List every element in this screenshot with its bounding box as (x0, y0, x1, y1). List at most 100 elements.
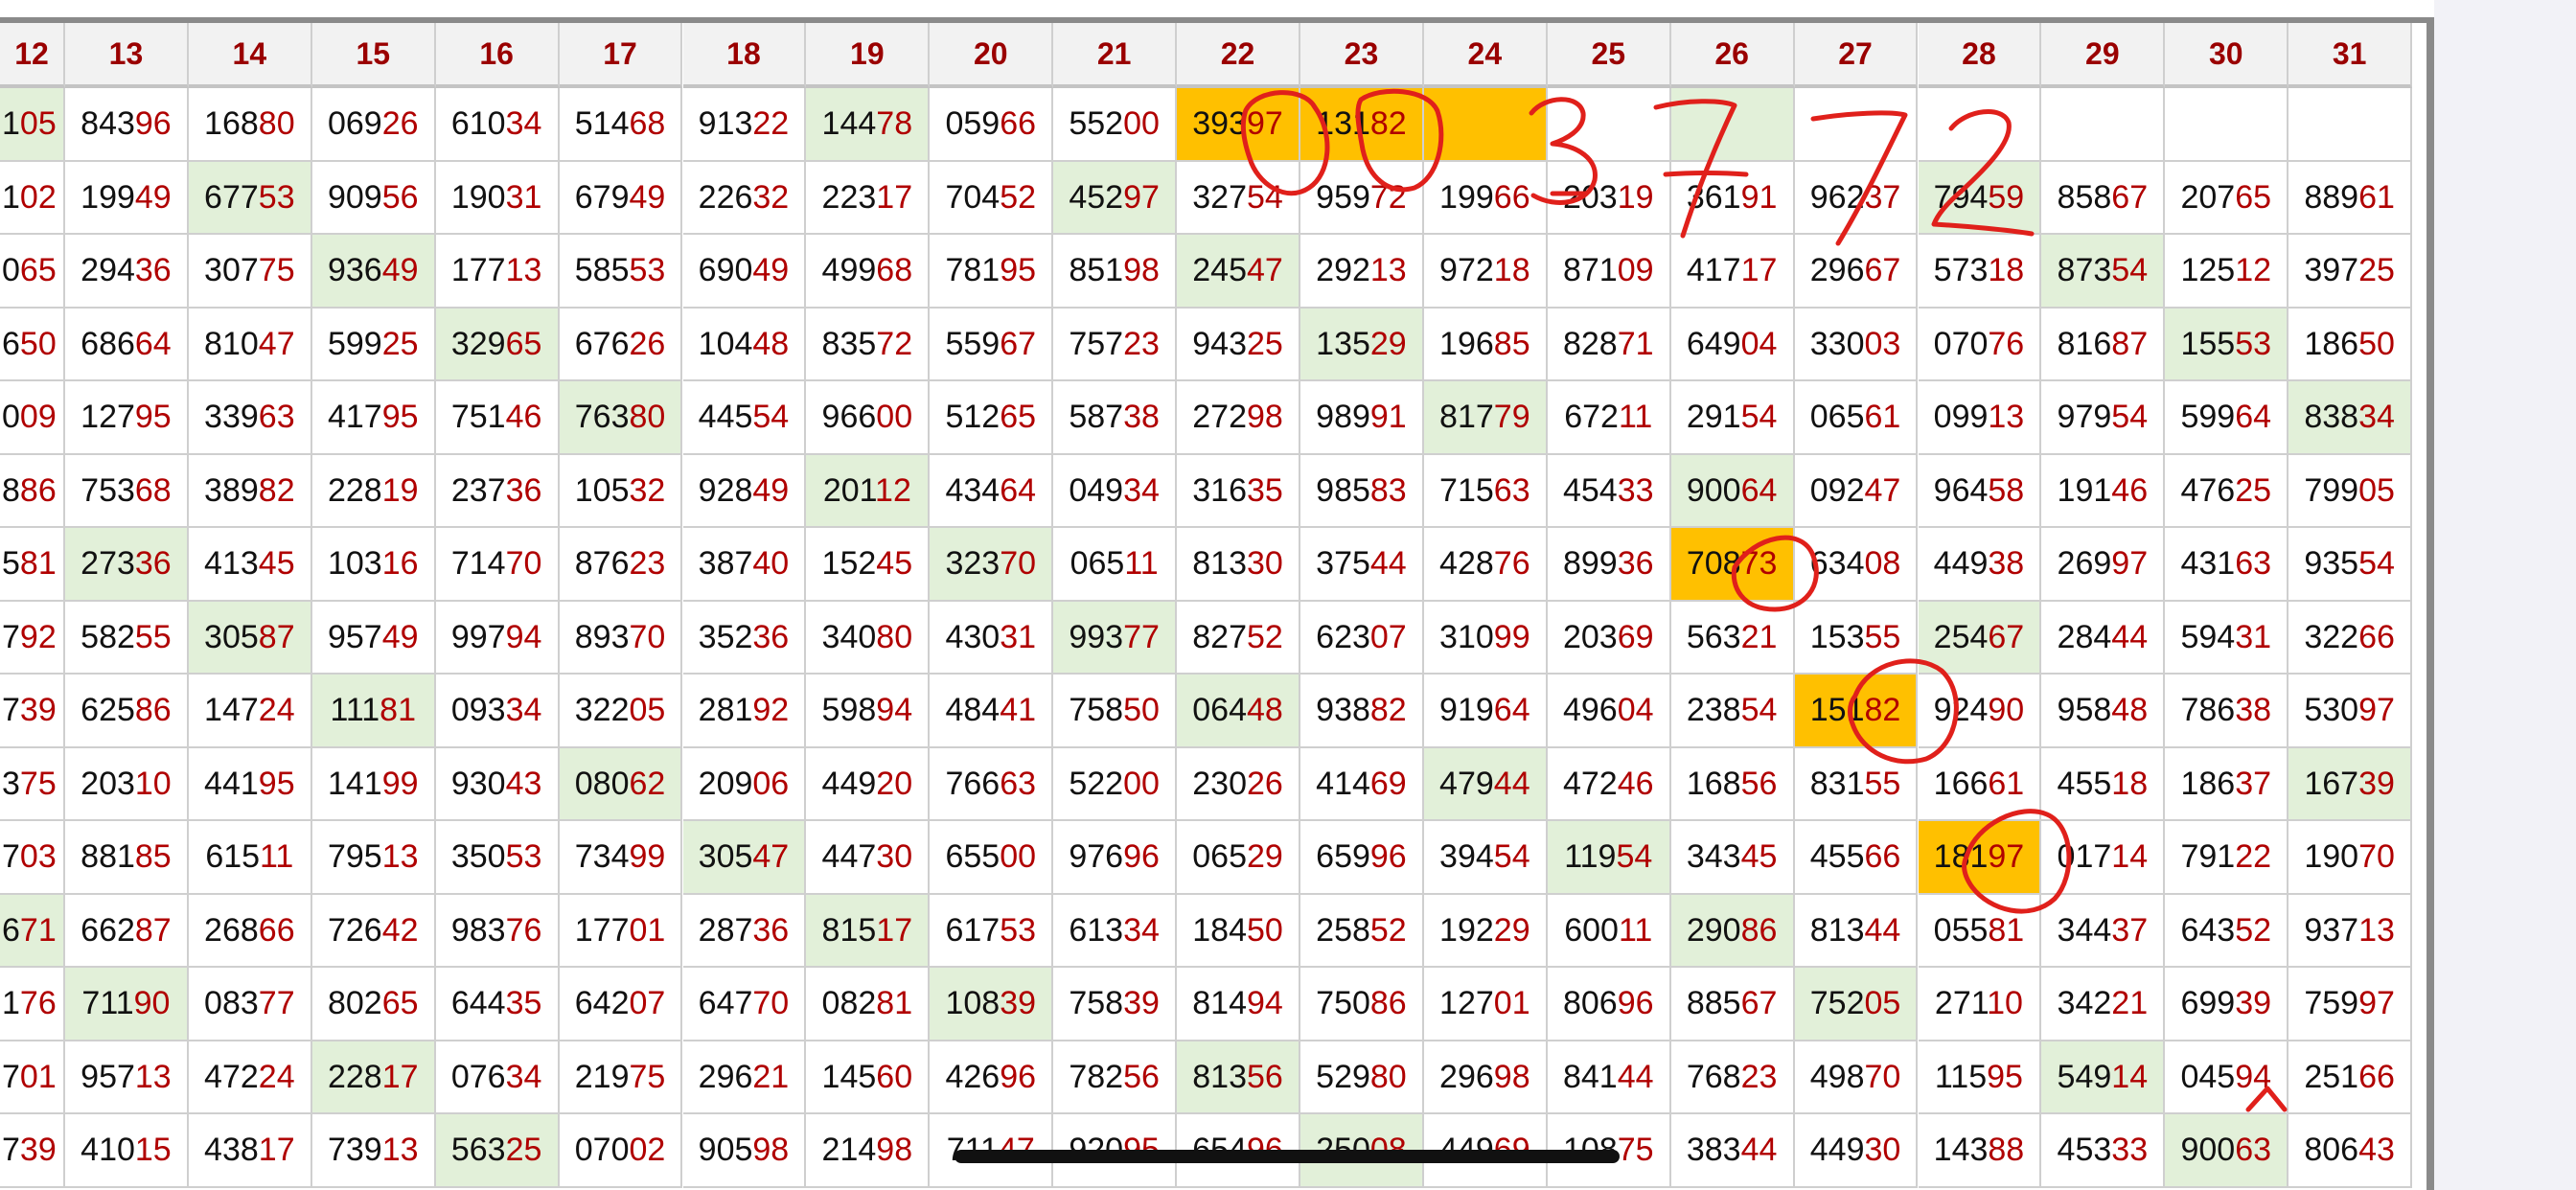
result-cell[interactable]: 75850 (1053, 675, 1178, 748)
result-cell[interactable]: 62307 (1300, 601, 1424, 675)
result-cell[interactable]: 69049 (682, 235, 807, 309)
result-cell[interactable]: 26866 (188, 894, 312, 968)
result-cell[interactable]: 25166 (2288, 1041, 2413, 1114)
result-cell[interactable] (1794, 88, 1919, 162)
result-cell[interactable]: 79122 (2165, 821, 2289, 895)
result-cell[interactable]: 671 (0, 894, 65, 968)
result-cell[interactable]: 87623 (559, 528, 683, 602)
result-cell[interactable]: 45518 (2041, 747, 2166, 821)
result-cell[interactable]: 25467 (1918, 601, 2042, 675)
result-cell[interactable]: 52200 (1053, 747, 1178, 821)
result-cell[interactable]: 81344 (1794, 894, 1919, 968)
result-cell[interactable]: 94325 (1177, 308, 1300, 381)
result-cell[interactable]: 18650 (2288, 308, 2413, 381)
result-cell[interactable]: 71470 (435, 528, 560, 602)
result-cell[interactable]: 32205 (559, 675, 683, 748)
result-cell[interactable]: 739 (0, 675, 65, 748)
result-cell[interactable]: 61334 (1053, 894, 1178, 968)
result-cell[interactable]: 12795 (65, 381, 189, 455)
result-cell[interactable]: 31635 (1177, 454, 1300, 528)
result-cell[interactable]: 96237 (1794, 161, 1919, 235)
result-cell[interactable]: 18450 (1177, 894, 1300, 968)
result-cell[interactable]: 13529 (1300, 308, 1424, 381)
result-cell[interactable]: 15553 (2165, 308, 2289, 381)
result-cell[interactable]: 105 (0, 88, 65, 162)
result-cell[interactable]: 21975 (559, 1041, 683, 1114)
result-cell[interactable]: 90063 (2165, 1114, 2289, 1188)
result-cell[interactable]: 97218 (1423, 235, 1548, 309)
result-cell[interactable]: 44920 (806, 747, 931, 821)
result-cell[interactable]: 81779 (1423, 381, 1548, 455)
result-cell[interactable]: 19685 (1423, 308, 1548, 381)
result-cell[interactable]: 93649 (311, 235, 436, 309)
result-cell[interactable]: 009 (0, 381, 65, 455)
result-cell[interactable]: 93713 (2288, 894, 2413, 968)
result-cell[interactable]: 32370 (930, 528, 1054, 602)
result-cell[interactable]: 35236 (682, 601, 807, 675)
result-cell[interactable]: 47224 (188, 1041, 312, 1114)
result-cell[interactable]: 47944 (1423, 747, 1548, 821)
result-cell[interactable]: 07002 (559, 1114, 683, 1188)
result-cell[interactable]: 04934 (1053, 454, 1178, 528)
result-cell[interactable]: 97954 (2041, 381, 2166, 455)
result-cell[interactable]: 81494 (1177, 968, 1300, 1041)
result-cell[interactable]: 81330 (1177, 528, 1300, 602)
result-cell[interactable]: 41345 (188, 528, 312, 602)
result-cell[interactable]: 375 (0, 747, 65, 821)
result-cell[interactable]: 17713 (435, 235, 560, 309)
result-cell[interactable]: 06529 (1177, 821, 1300, 895)
result-cell[interactable]: 04594 (2165, 1041, 2289, 1114)
result-cell[interactable]: 62586 (65, 675, 189, 748)
result-cell[interactable]: 701 (0, 1041, 65, 1114)
result-cell[interactable]: 76823 (1670, 1041, 1795, 1114)
result-cell[interactable]: 91964 (1423, 675, 1548, 748)
result-cell[interactable]: 065 (0, 235, 65, 309)
result-cell[interactable]: 67949 (559, 161, 683, 235)
result-cell[interactable]: 80643 (2288, 1114, 2413, 1188)
result-cell[interactable]: 43817 (188, 1114, 312, 1188)
result-cell[interactable]: 88567 (1670, 968, 1795, 1041)
result-cell[interactable] (1547, 88, 1671, 162)
result-cell[interactable]: 33963 (188, 381, 312, 455)
result-cell[interactable]: 12512 (2165, 235, 2289, 309)
result-cell[interactable]: 10316 (311, 528, 436, 602)
result-cell[interactable]: 19070 (2288, 821, 2413, 895)
result-cell[interactable]: 78256 (1053, 1041, 1178, 1114)
result-cell[interactable]: 09913 (1918, 381, 2042, 455)
result-cell[interactable]: 75146 (435, 381, 560, 455)
result-cell[interactable]: 20310 (65, 747, 189, 821)
result-cell[interactable]: 176 (0, 968, 65, 1041)
result-cell[interactable]: 15182 (1794, 675, 1919, 748)
result-cell[interactable]: 64770 (682, 968, 807, 1041)
result-cell[interactable]: 29667 (1794, 235, 1919, 309)
result-cell[interactable]: 38982 (188, 454, 312, 528)
result-cell[interactable]: 75205 (1794, 968, 1919, 1041)
result-cell[interactable]: 14724 (188, 675, 312, 748)
result-cell[interactable]: 73913 (311, 1114, 436, 1188)
result-cell[interactable]: 29213 (1300, 235, 1424, 309)
result-cell[interactable]: 58553 (559, 235, 683, 309)
result-cell[interactable]: 14199 (311, 747, 436, 821)
home-indicator[interactable] (954, 1150, 1620, 1163)
result-cell[interactable]: 79459 (1918, 161, 2042, 235)
result-cell[interactable]: 24547 (1177, 235, 1300, 309)
result-cell[interactable]: 44930 (1794, 1114, 1919, 1188)
result-cell[interactable]: 52980 (1300, 1041, 1424, 1114)
result-cell[interactable]: 45566 (1794, 821, 1919, 895)
result-cell[interactable]: 20765 (2165, 161, 2289, 235)
result-cell[interactable]: 66287 (65, 894, 189, 968)
result-cell[interactable]: 102 (0, 161, 65, 235)
result-cell[interactable]: 43464 (930, 454, 1054, 528)
result-cell[interactable]: 28192 (682, 675, 807, 748)
result-cell[interactable]: 886 (0, 454, 65, 528)
result-cell[interactable]: 19966 (1423, 161, 1548, 235)
result-cell[interactable]: 59894 (806, 675, 931, 748)
result-cell[interactable]: 98583 (1300, 454, 1424, 528)
result-cell[interactable]: 30587 (188, 601, 312, 675)
result-cell[interactable]: 34345 (1670, 821, 1795, 895)
result-cell[interactable]: 95848 (2041, 675, 2166, 748)
result-cell[interactable]: 32965 (435, 308, 560, 381)
result-cell[interactable]: 15355 (1794, 601, 1919, 675)
result-cell[interactable]: 84396 (65, 88, 189, 162)
result-cell[interactable]: 08062 (559, 747, 683, 821)
